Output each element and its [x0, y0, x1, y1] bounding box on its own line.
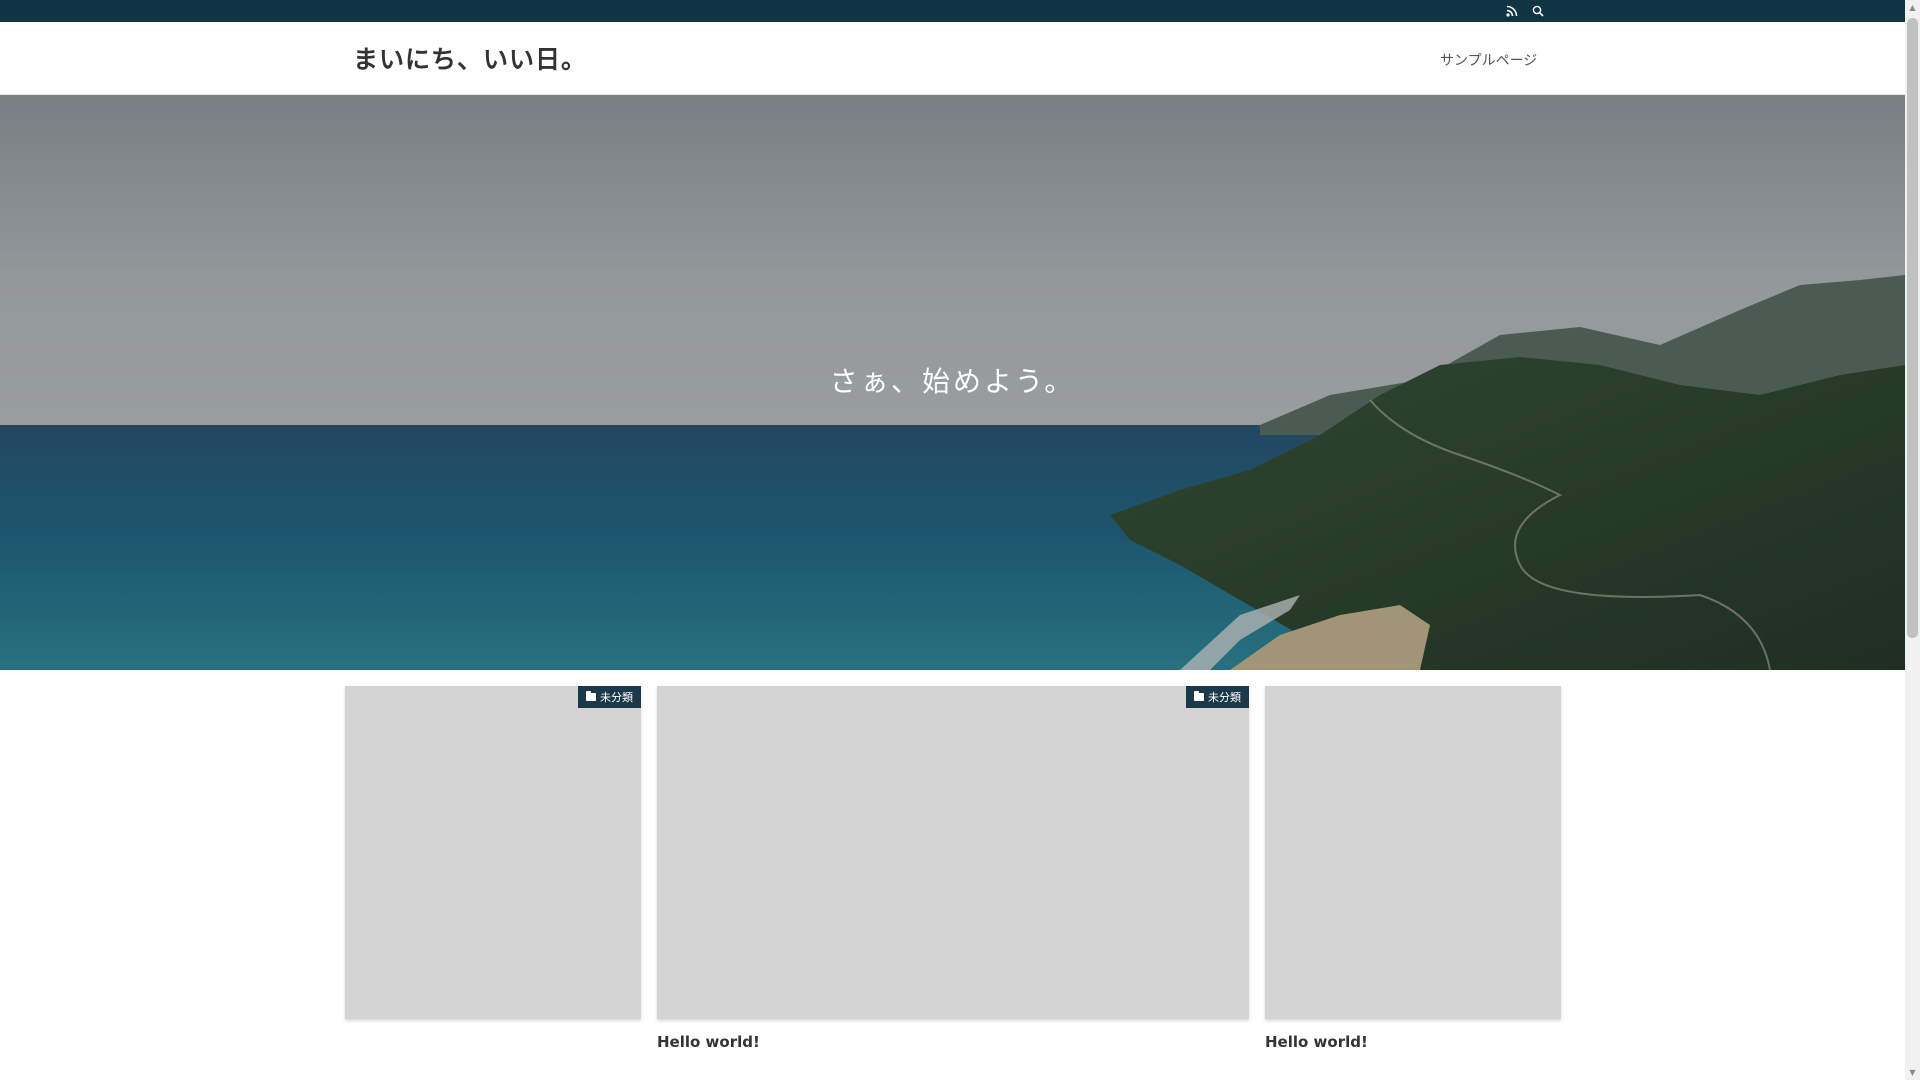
- nav-item-sample-page[interactable]: サンプルページ: [1440, 50, 1537, 70]
- post-title[interactable]: Hello world!: [657, 1033, 1249, 1051]
- scroll-thumb[interactable]: [1907, 18, 1918, 638]
- rss-icon[interactable]: [1504, 3, 1520, 19]
- hero-tagline: さぁ、始めよう。: [829, 365, 1076, 398]
- post-card[interactable]: 未分類 Hello world!: [657, 686, 1249, 1051]
- site-title[interactable]: まいにち、いい日。: [353, 40, 587, 76]
- page-scrollbar[interactable]: ▲ ▼: [1905, 0, 1920, 1080]
- top-bar: [0, 0, 1905, 22]
- category-label: 未分類: [1208, 691, 1241, 704]
- folder-icon: [1194, 691, 1204, 701]
- scroll-down-icon[interactable]: ▼: [1905, 1065, 1920, 1080]
- post-card[interactable]: Hello world!: [1265, 686, 1561, 1051]
- category-badge[interactable]: 未分類: [578, 686, 641, 708]
- post-card[interactable]: 未分類: [345, 686, 641, 1033]
- category-label: 未分類: [600, 691, 633, 704]
- page: まいにち、いい日。 サンプルページ さぁ、始めよう。 未分類 未分類 Hello…: [0, 0, 1905, 1080]
- post-thumbnail[interactable]: [1265, 686, 1561, 1019]
- post-thumbnail[interactable]: 未分類: [345, 686, 641, 1019]
- site-header: まいにち、いい日。 サンプルページ: [0, 22, 1905, 95]
- post-thumbnail[interactable]: 未分類: [657, 686, 1249, 1019]
- hero-image: さぁ、始めよう。: [0, 95, 1905, 670]
- post-title[interactable]: Hello world!: [1265, 1033, 1561, 1051]
- folder-icon: [586, 691, 596, 701]
- scroll-up-icon[interactable]: ▲: [1905, 0, 1920, 15]
- search-icon[interactable]: [1530, 3, 1546, 19]
- category-badge[interactable]: 未分類: [1186, 686, 1249, 708]
